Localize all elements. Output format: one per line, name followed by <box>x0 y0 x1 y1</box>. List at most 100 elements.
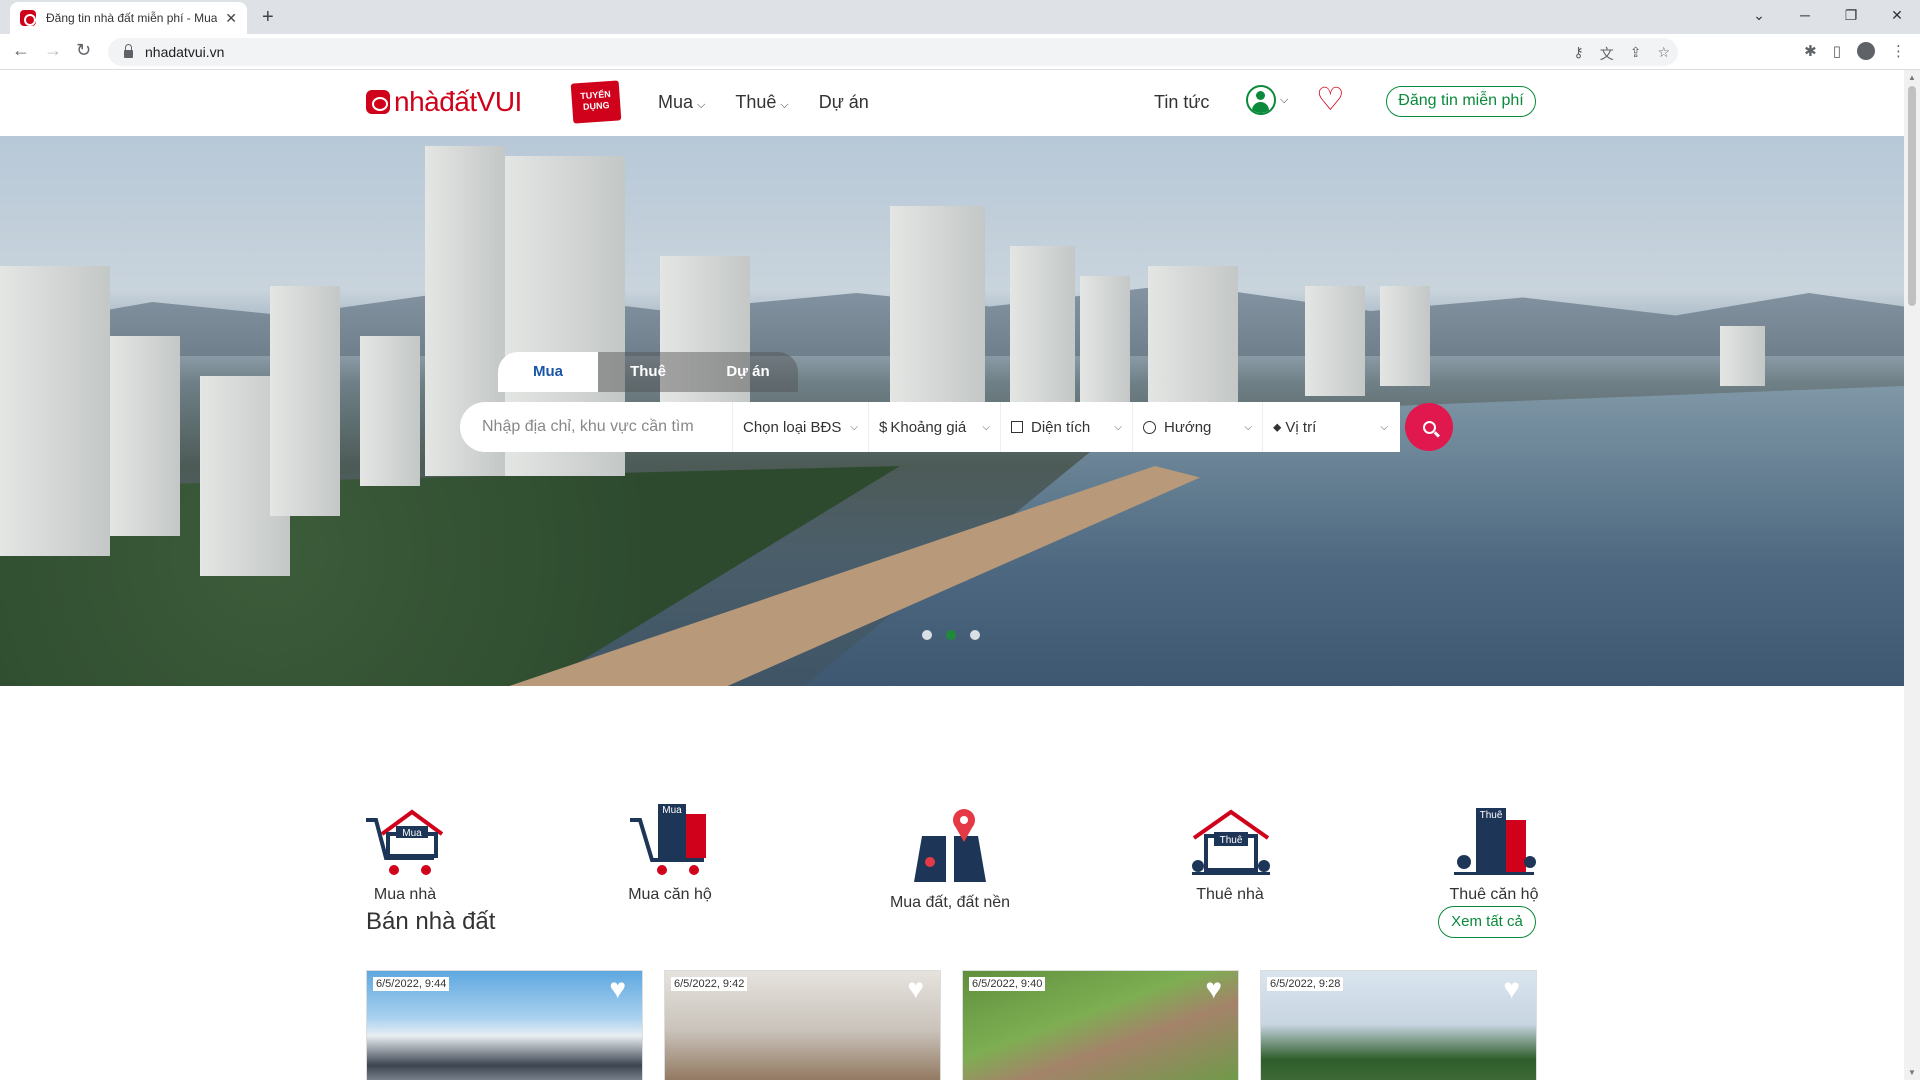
bookmark-star-icon[interactable]: ☆ <box>1657 44 1670 64</box>
category-shortcuts: Mua Mua nhà Mua Mua căn hộ Mua đất, đất … <box>0 730 1904 911</box>
post-free-listing-button[interactable]: Đăng tin miễn phí <box>1386 86 1536 117</box>
minimize-icon[interactable]: ─ <box>1782 0 1828 30</box>
hero-building <box>890 206 985 416</box>
chevron-down-icon[interactable]: ⌵ <box>1280 94 1288 107</box>
logo-mark-icon <box>366 90 390 114</box>
user-account-icon[interactable] <box>1246 85 1276 115</box>
area-label: Diện tích <box>1031 418 1091 436</box>
hero-building <box>1380 286 1430 386</box>
address-bar[interactable]: nhadatvui.vn <box>108 38 1678 66</box>
cart-house-icon: Mua <box>366 809 444 875</box>
browser-tab-bar: Đăng tin nhà đất miễn phí - Mua ✕ + ⌄ ─ … <box>0 0 1920 34</box>
news-link[interactable]: Tin tức <box>1154 92 1209 113</box>
category-label: Mua căn hộ <box>628 886 712 903</box>
favorite-heart-icon[interactable]: ♥ <box>1503 973 1520 1005</box>
menu-item-mua[interactable]: Mua ⌵ <box>658 92 705 113</box>
key-icon[interactable]: ⚷ <box>1573 44 1583 64</box>
cart-apartment-icon: Mua <box>630 804 706 875</box>
logo-text: nhàđấtVUI <box>394 86 522 117</box>
category-mua-dat[interactable]: Mua đất, đất nền <box>884 806 1016 912</box>
menu-item-du-an[interactable]: Dự án <box>819 92 869 113</box>
chevron-down-icon: ⌵ <box>780 99 789 111</box>
category-badge: Mua <box>662 805 682 816</box>
tab-search-icon[interactable]: ⌄ <box>1736 0 1782 30</box>
scrollbar-thumb[interactable] <box>1908 86 1916 306</box>
forward-icon[interactable]: → <box>44 40 62 61</box>
site-header: nhàđấtVUI TUYỂN DỤNG Mua ⌵ Thuê ⌵ Dự án Ti… <box>0 70 1904 136</box>
page-scrollbar[interactable]: ▲ ▼ <box>1904 70 1920 1080</box>
extensions-icon[interactable]: ✱ <box>1804 42 1817 60</box>
tab-mua[interactable]: Mua <box>498 352 598 392</box>
share-icon[interactable]: ⇪ <box>1630 44 1642 64</box>
menu-item-thue[interactable]: Thuê ⌵ <box>735 92 788 113</box>
close-tab-icon[interactable]: ✕ <box>225 10 237 27</box>
location-select[interactable]: ⬥ Vị trí ⌵ <box>1262 402 1398 452</box>
chevron-down-icon: ⌵ <box>850 421 858 433</box>
category-mua-can-ho[interactable]: Mua Mua căn hộ <box>620 800 720 904</box>
carousel-dot-active[interactable] <box>946 630 956 640</box>
listing-card[interactable]: 6/5/2022, 9:28 ♥ <box>1260 970 1537 1080</box>
property-type-select[interactable]: Chọn loại BĐS ⌵ <box>732 402 868 452</box>
listing-timestamp: 6/5/2022, 9:28 <box>1267 977 1344 991</box>
carousel-dot[interactable] <box>922 630 932 640</box>
chevron-down-icon: ⌵ <box>697 99 706 111</box>
omnibox-actions: ⚷ 文 ⇪ ☆ <box>1573 44 1670 64</box>
restore-icon[interactable]: ❐ <box>1828 0 1874 30</box>
back-icon[interactable]: ← <box>12 40 30 61</box>
profile-avatar-icon[interactable] <box>1857 42 1875 60</box>
price-range-label: Khoảng giá <box>890 418 967 436</box>
scroll-up-icon[interactable]: ▲ <box>1908 73 1916 82</box>
category-thue-can-ho[interactable]: Thuê Thuê căn hộ <box>1444 804 1544 904</box>
property-type-label: Chọn loại BĐS <box>743 418 842 436</box>
tab-du-an[interactable]: Dự án <box>698 352 798 392</box>
see-all-button[interactable]: Xem tất cả <box>1438 906 1536 938</box>
category-thue-nha[interactable]: Thuê Thuê nhà <box>1190 808 1270 904</box>
direction-select[interactable]: Hướng ⌵ <box>1132 402 1262 452</box>
more-menu-icon[interactable]: ⋮ <box>1891 42 1906 60</box>
listing-card[interactable]: 6/5/2022, 9:44 ♥ <box>366 970 643 1080</box>
new-tab-button[interactable]: + <box>262 6 274 29</box>
listing-card[interactable]: 6/5/2022, 9:42 ♥ <box>664 970 941 1080</box>
hero-building <box>110 336 180 536</box>
section-title: Bán nhà đất <box>366 908 496 935</box>
browser-tab[interactable]: Đăng tin nhà đất miễn phí - Mua ✕ <box>10 2 247 34</box>
carousel-dot[interactable] <box>970 630 980 640</box>
category-mua-nha[interactable]: Mua Mua nhà <box>360 804 450 904</box>
rent-apartment-icon: Thuê <box>1454 808 1536 875</box>
search-icon <box>1422 420 1436 434</box>
tab-title: Đăng tin nhà đất miễn phí - Mua <box>46 11 218 25</box>
area-select[interactable]: Diện tích ⌵ <box>1000 402 1132 452</box>
search-button[interactable] <box>1405 403 1453 451</box>
listing-timestamp: 6/5/2022, 9:42 <box>671 977 748 991</box>
category-badge: Mua <box>402 828 422 839</box>
listing-timestamp: 6/5/2022, 9:44 <box>373 977 450 991</box>
chevron-down-icon: ⌵ <box>982 421 990 433</box>
chevron-down-icon: ⌵ <box>1114 421 1122 433</box>
category-badge: Thuê <box>1220 835 1243 846</box>
recruitment-badge[interactable]: TUYỂN DỤNG <box>570 80 622 124</box>
category-label: Mua nhà <box>373 886 437 903</box>
price-range-select[interactable]: $ Khoảng giá ⌵ <box>868 402 1000 452</box>
site-logo[interactable]: nhàđấtVUI <box>366 86 522 118</box>
favorite-heart-icon[interactable]: ♥ <box>609 973 626 1005</box>
favorite-heart-icon[interactable]: ♥ <box>1205 973 1222 1005</box>
listing-card[interactable]: 6/5/2022, 9:40 ♥ <box>962 970 1239 1080</box>
close-window-icon[interactable]: ✕ <box>1874 0 1920 30</box>
address-search-input[interactable] <box>460 402 732 452</box>
tab-thue[interactable]: Thuê <box>598 352 698 392</box>
translate-icon[interactable]: 文 <box>1600 44 1614 64</box>
menu-label: Mua <box>658 92 694 112</box>
favorite-heart-icon[interactable]: ♥ <box>907 973 924 1005</box>
browser-toolbar: ← → ↻ nhadatvui.vn ⚷ 文 ⇪ ☆ ✱ ▯ ⋮ <box>0 34 1920 70</box>
chevron-down-icon: ⌵ <box>1380 421 1388 433</box>
compass-icon <box>1143 420 1156 434</box>
category-label: Thuê nhà <box>1196 886 1264 903</box>
category-label: Mua đất, đất nền <box>889 894 1011 911</box>
lock-icon[interactable] <box>124 44 133 58</box>
favorites-heart-icon[interactable]: ♡ <box>1316 82 1345 116</box>
hero-building <box>1148 266 1238 406</box>
url-text: nhadatvui.vn <box>145 44 225 60</box>
reload-icon[interactable]: ↻ <box>76 40 91 61</box>
scroll-down-icon[interactable]: ▼ <box>1908 1068 1916 1077</box>
side-panel-icon[interactable]: ▯ <box>1833 42 1841 60</box>
